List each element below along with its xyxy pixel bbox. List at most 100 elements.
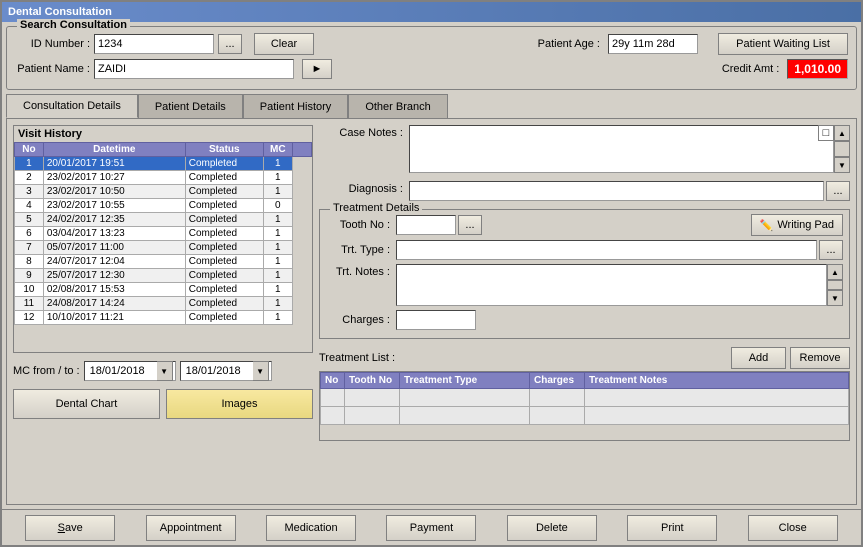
tab-consultation[interactable]: Consultation Details: [6, 94, 138, 118]
visit-table-row[interactable]: 925/07/2017 12:30Completed1: [15, 269, 312, 283]
col-scroll: [292, 143, 311, 157]
visit-table-row[interactable]: 120/01/2017 19:51Completed1: [15, 157, 312, 171]
visit-table-row[interactable]: 423/02/2017 10:55Completed0: [15, 199, 312, 213]
visit-table-row[interactable]: 824/07/2017 12:04Completed1: [15, 255, 312, 269]
visit-table-container[interactable]: No Datetime Status MC 120/01/2017 19:51C…: [14, 142, 312, 352]
diagnosis-wrapper: ...: [409, 181, 850, 201]
images-button[interactable]: Images: [166, 389, 313, 419]
tl-col-no: No: [321, 373, 345, 389]
col-mc: MC: [263, 143, 292, 157]
payment-button[interactable]: Payment: [386, 515, 476, 541]
tl-empty-row-2: [321, 407, 849, 425]
case-notes-wrapper: ▲ ▼ □: [409, 125, 850, 173]
trt-type-input[interactable]: [396, 240, 817, 260]
writing-pad-icon: ✏️: [760, 219, 774, 232]
medication-button[interactable]: Medication: [266, 515, 356, 541]
mc-to-date-input[interactable]: [183, 361, 253, 381]
mc-from-date-wrapper: ▼: [84, 361, 176, 381]
case-notes-maximize[interactable]: □: [818, 125, 834, 141]
visit-table-row[interactable]: 1002/08/2017 15:53Completed1: [15, 283, 312, 297]
mc-from-dropdown[interactable]: ▼: [157, 361, 173, 381]
appointment-button[interactable]: Appointment: [146, 515, 236, 541]
tl-col-tooth: Tooth No: [345, 373, 400, 389]
trt-notes-textarea[interactable]: [396, 264, 827, 306]
delete-button[interactable]: Delete: [507, 515, 597, 541]
close-button[interactable]: Close: [748, 515, 838, 541]
go-button[interactable]: ►: [302, 59, 332, 79]
visit-table-row[interactable]: 323/02/2017 10:50Completed1: [15, 185, 312, 199]
treatment-list-table: No Tooth No Treatment Type Charges Treat…: [320, 372, 849, 425]
title-bar: Dental Consultation: [2, 2, 861, 22]
search-row-patient: Patient Name : ► Credit Amt : 1,010.00: [15, 59, 848, 79]
treatment-list-table-container[interactable]: No Tooth No Treatment Type Charges Treat…: [319, 371, 850, 441]
tl-col-notes: Treatment Notes: [585, 373, 849, 389]
case-notes-scroll-down[interactable]: ▼: [834, 157, 850, 173]
charges-row: Charges :: [326, 310, 843, 330]
id-browse-button[interactable]: ...: [218, 34, 242, 54]
tl-col-type: Treatment Type: [400, 373, 530, 389]
visit-table-row[interactable]: 1124/08/2017 14:24Completed1: [15, 297, 312, 311]
main-window: Dental Consultation Search Consultation …: [0, 0, 863, 547]
left-panel: Visit History No Datetime Status MC: [13, 125, 313, 498]
trt-type-row: Trt. Type : ...: [326, 240, 843, 260]
treatment-details-group: Treatment Details Tooth No : ... ✏️ Writ…: [319, 209, 850, 339]
tooth-no-input[interactable]: [396, 215, 456, 235]
trt-notes-scrollbar: ▲ ▼: [827, 264, 843, 306]
trt-notes-scroll-up[interactable]: ▲: [827, 264, 843, 280]
case-notes-row: Case Notes : ▲ ▼ □: [319, 125, 850, 173]
visit-table-row[interactable]: 1210/10/2017 11:21Completed1: [15, 311, 312, 325]
tooth-no-row: Tooth No : ... ✏️ Writing Pad: [326, 214, 843, 236]
patient-age-input[interactable]: [608, 34, 698, 54]
search-row-id: ID Number : ... Clear Patient Age : Pati…: [15, 33, 848, 55]
tab-content: Visit History No Datetime Status MC: [6, 118, 857, 505]
tooth-no-label: Tooth No :: [326, 219, 396, 231]
waiting-list-button[interactable]: Patient Waiting List: [718, 33, 848, 55]
case-notes-textarea[interactable]: [409, 125, 834, 173]
trt-notes-row: Trt. Notes : ▲ ▼: [326, 264, 843, 306]
mc-to-dropdown[interactable]: ▼: [253, 361, 269, 381]
tab-patient-details[interactable]: Patient Details: [138, 94, 243, 118]
trt-type-browse-button[interactable]: ...: [819, 240, 843, 260]
clear-button[interactable]: Clear: [254, 33, 314, 55]
tooth-browse-button[interactable]: ...: [458, 215, 482, 235]
visit-history-section: Visit History No Datetime Status MC: [13, 125, 313, 353]
patient-name-input[interactable]: [94, 59, 294, 79]
tabs-container: Consultation Details Patient Details Pat…: [6, 94, 857, 118]
search-group: Search Consultation ID Number : ... Clea…: [6, 26, 857, 90]
right-panel: Case Notes : ▲ ▼ □ Diagnosis :: [319, 125, 850, 498]
mc-from-to-label: MC from / to :: [13, 365, 80, 377]
remove-button[interactable]: Remove: [790, 347, 850, 369]
id-number-input[interactable]: [94, 34, 214, 54]
tab-other-branch[interactable]: Other Branch: [348, 94, 447, 118]
diagnosis-browse-button[interactable]: ...: [826, 181, 850, 201]
patient-age-label: Patient Age :: [538, 38, 600, 50]
mc-from-date-input[interactable]: [87, 361, 157, 381]
visit-table-row[interactable]: 223/02/2017 10:27Completed1: [15, 171, 312, 185]
treatment-group-label: Treatment Details: [330, 202, 422, 214]
case-notes-scroll-up[interactable]: ▲: [834, 125, 850, 141]
trt-notes-label: Trt. Notes :: [326, 264, 396, 278]
writing-pad-button[interactable]: ✏️ Writing Pad: [751, 214, 843, 236]
trt-type-label: Trt. Type :: [326, 244, 396, 256]
diagnosis-input[interactable]: [409, 181, 824, 201]
tl-col-charges: Charges: [530, 373, 585, 389]
print-button[interactable]: Print: [627, 515, 717, 541]
trt-notes-scroll-down[interactable]: ▼: [827, 290, 843, 306]
save-button[interactable]: Save: [25, 515, 115, 541]
visit-table: No Datetime Status MC 120/01/2017 19:51C…: [14, 142, 312, 325]
charges-input[interactable]: [396, 310, 476, 330]
add-button[interactable]: Add: [731, 347, 786, 369]
visit-table-row[interactable]: 705/07/2017 11:00Completed1: [15, 241, 312, 255]
credit-amt-value: 1,010.00: [787, 59, 848, 79]
id-number-label: ID Number :: [15, 38, 90, 50]
case-notes-label: Case Notes :: [319, 125, 409, 139]
dental-chart-button[interactable]: Dental Chart: [13, 389, 160, 419]
col-no: No: [15, 143, 44, 157]
credit-amt-label: Credit Amt :: [722, 63, 779, 75]
visit-history-title: Visit History: [14, 126, 312, 142]
visit-table-row[interactable]: 524/02/2017 12:35Completed1: [15, 213, 312, 227]
visit-table-row[interactable]: 603/04/2017 13:23Completed1: [15, 227, 312, 241]
tab-patient-history[interactable]: Patient History: [243, 94, 349, 118]
treatment-list-header: Treatment List : Add Remove: [319, 347, 850, 369]
tl-empty-row-1: [321, 389, 849, 407]
